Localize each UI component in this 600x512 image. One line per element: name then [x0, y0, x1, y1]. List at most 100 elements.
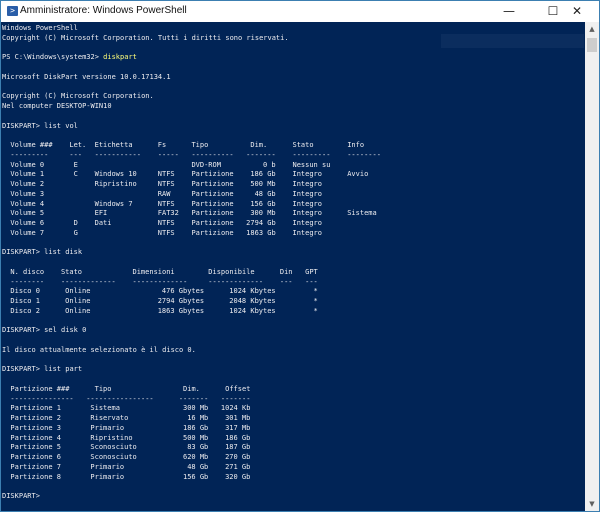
table-cell: 156 Gb	[250, 199, 276, 208]
table-cell: 187 Gb	[225, 443, 251, 452]
table-cell: 271 Gb	[225, 462, 251, 471]
header-separator: ---	[69, 150, 83, 159]
diskpart-command-line: DISKPART> list vol	[2, 122, 289, 132]
column-header: Etichetta	[94, 141, 133, 149]
column-header: Dim.	[183, 384, 200, 393]
table-cell: G	[73, 228, 78, 237]
table-cell: DVD-ROM	[191, 160, 221, 169]
table-cell: Integro	[292, 170, 322, 179]
table-cell: 1024 Kb	[220, 404, 251, 413]
command: list part	[44, 365, 83, 374]
scroll-down-arrow-icon[interactable]: ▼	[585, 497, 599, 511]
command: list vol	[44, 121, 78, 130]
console-line: Microsoft DiskPart versione 10.0.17134.1	[2, 72, 171, 81]
table-cell: Disco 1	[10, 297, 40, 305]
header-separator: -------	[246, 150, 276, 159]
table-cell: Partizione	[191, 209, 234, 218]
console-output[interactable]: Windows PowerShell Copyright (C) Microso…	[1, 22, 585, 511]
table-cell: 500 Mb	[182, 433, 209, 442]
table-cell: Integro	[292, 228, 322, 237]
column-header: Stato	[292, 141, 314, 149]
table-row: Disco 1 Online 2794 Gbytes 2048 Kbytes *	[2, 297, 317, 307]
table-cell: Volume 5	[10, 209, 45, 218]
table-cell: Partizione 5	[10, 443, 61, 452]
header-separator: -------------	[132, 277, 188, 286]
scroll-up-arrow-icon[interactable]: ▲	[585, 22, 599, 36]
table-cell: Volume 4	[10, 199, 45, 208]
console-line: Copyright (C) Microsoft Corporation.	[2, 92, 154, 101]
table-cell: Partizione 7	[10, 462, 61, 471]
table-cell: Online	[65, 306, 91, 315]
command: list disk	[44, 248, 83, 257]
header-separator: ---	[305, 277, 318, 286]
title-bar[interactable]: > Amministratore: Windows PowerShell — ☐…	[1, 1, 599, 22]
ps-command: diskpart	[103, 53, 137, 62]
minimize-button[interactable]: —	[487, 1, 531, 22]
table-cell: 2048 Kbytes	[229, 297, 276, 305]
table-row: Partizione 3 Primario 186 Gb 317 Mb	[2, 424, 289, 434]
table-cell: Partizione	[191, 170, 234, 179]
table-cell: 320 Gb	[225, 472, 251, 481]
table-separator: ----------------------------------------…	[2, 395, 289, 405]
table-cell: 2794 Gbytes	[157, 297, 205, 305]
table-cell: 2794 Gb	[246, 219, 276, 227]
table-cell: Partizione	[191, 228, 234, 237]
table-cell: E	[73, 160, 78, 169]
table-row: Partizione 8 Primario 156 Gb 320 Gb	[2, 473, 289, 483]
partition-table: Partizione ### Tipo Dim. Offset ------------…	[2, 385, 289, 483]
powershell-window: > Amministratore: Windows PowerShell — ☐…	[0, 0, 600, 512]
table-row: Volume 7 G NTFS Partizione 1863 Gb Integro	[2, 228, 322, 239]
table-cell: 500 Mb	[250, 180, 276, 188]
column-header: Info	[347, 141, 365, 149]
table-cell: 317 Mb	[225, 423, 251, 432]
table-cell: Partizione 8	[10, 472, 61, 481]
table-cell: 620 Mb	[182, 453, 209, 461]
table-cell: 476 Gbytes	[161, 287, 205, 296]
table-cell: Partizione	[191, 199, 234, 208]
table-cell: Sistema	[347, 209, 377, 218]
table-row: Partizione 2 Riservato 16 Mb 301 Mb	[2, 414, 289, 424]
column-header: Volume ###	[10, 141, 53, 149]
table-cell: NTFS	[157, 170, 175, 179]
table-cell: Dati	[94, 219, 112, 227]
table-cell: Sconosciuto	[90, 453, 137, 461]
ghost-overlay	[441, 34, 584, 48]
table-cell: 0 b	[262, 160, 276, 169]
table-cell: Partizione 2	[10, 414, 61, 422]
table-row: Partizione 6 Sconosciuto 620 Mb 270 Gb	[2, 453, 289, 463]
table-cell: *	[313, 287, 318, 296]
table-cell: Avvio	[347, 170, 369, 179]
scrollbar-thumb[interactable]	[587, 38, 597, 52]
header-separator: ----------	[191, 150, 234, 159]
diskpart-prompt: DISKPART>	[2, 326, 45, 335]
table-separator: ----------------------------------------…	[2, 277, 317, 288]
diskpart-command-line: DISKPART> list disk	[2, 248, 289, 258]
table-cell: Partizione 4	[10, 433, 61, 442]
column-header: GPT	[305, 267, 318, 276]
vertical-scrollbar[interactable]: ▲ ▼	[585, 22, 599, 511]
table-cell: Integro	[292, 180, 322, 188]
close-button[interactable]: ✕	[555, 1, 599, 22]
table-cell: 300 Mb	[182, 404, 209, 413]
header-separator: -----	[157, 150, 179, 159]
table-cell: Disco 2	[10, 306, 40, 315]
table-row: Volume 1 C Windows 10 NTFS Partizione 186 Gb I…	[2, 170, 368, 180]
powershell-icon: >	[7, 6, 18, 16]
header-separator: ----------------	[86, 394, 154, 403]
table-cell: Riservato	[90, 414, 129, 422]
table-cell: Sistema	[90, 404, 120, 413]
header-separator: ---------------	[10, 394, 74, 403]
table-cell: Integro	[292, 209, 322, 218]
table-cell: 301 Mb	[225, 414, 251, 422]
table-row: Partizione 7 Primario 48 Gb 271 Gb	[2, 463, 289, 473]
column-header: Din	[279, 267, 293, 276]
table-cell: 48 Gb	[187, 462, 209, 471]
table-cell: Sconosciuto	[90, 443, 137, 452]
diskpart-current-prompt[interactable]: DISKPART>	[2, 492, 289, 502]
table-cell: Ripristino	[90, 433, 133, 442]
table-cell: Primario	[90, 423, 125, 432]
table-row: Volume 6 D Dati NTFS Partizione 2794 Gb Integr…	[2, 219, 322, 229]
volume-table: Volume ### Let. Etichetta Fs Tipo Dim. Stato In…	[2, 141, 381, 239]
table-cell: Nessun su	[292, 160, 331, 169]
table-cell: FAT32	[157, 209, 179, 218]
